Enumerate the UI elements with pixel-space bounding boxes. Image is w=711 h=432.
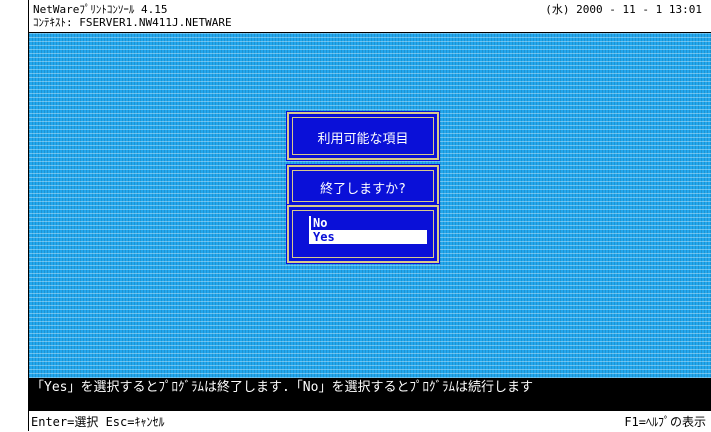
title-bar: NetWareﾌﾟﾘﾝﾄｺﾝｿｰﾙ 4.15 ｺﾝﾃｷｽﾄ: FSERVER1.…	[29, 0, 711, 33]
status-message: 「Yes」を選択するとﾌﾟﾛｸﾞﾗﾑは終了します.「No」を選択するとﾌﾟﾛｸﾞ…	[31, 380, 533, 395]
confirm-exit-dialog: 終了しますか?	[287, 165, 439, 207]
console-screen: NetWareﾌﾟﾘﾝﾄｺﾝｿｰﾙ 4.15 ｺﾝﾃｷｽﾄ: FSERVER1.…	[28, 0, 711, 431]
app-title: NetWareﾌﾟﾘﾝﾄｺﾝｿｰﾙ 4.15	[33, 3, 168, 16]
datetime-display: (水) 2000 - 11 - 1 13:01	[545, 3, 702, 16]
confirm-exit-title: 終了しますか?	[320, 182, 406, 197]
exit-options-menu: No Yes	[287, 205, 439, 263]
context-label: ｺﾝﾃｷｽﾄ: FSERVER1.NW411J.NETWARE	[33, 16, 232, 29]
available-items-title: 利用可能な項目	[317, 132, 409, 147]
available-items-window: 利用可能な項目	[287, 112, 439, 160]
option-no[interactable]: No	[311, 216, 427, 230]
key-help-left: Enter=選択 Esc=ｷｬﾝｾﾙ	[31, 415, 165, 429]
status-message-bar: 「Yes」を選択するとﾌﾟﾛｸﾞﾗﾑは終了します.「No」を選択するとﾌﾟﾛｸﾞ…	[29, 378, 711, 411]
options-list: No Yes	[309, 216, 427, 244]
option-yes[interactable]: Yes	[311, 230, 427, 244]
key-help-right: F1=ﾍﾙﾌﾟの表示	[624, 415, 706, 429]
key-help-bar: Enter=選択 Esc=ｷｬﾝｾﾙ F1=ﾍﾙﾌﾟの表示	[29, 411, 711, 431]
